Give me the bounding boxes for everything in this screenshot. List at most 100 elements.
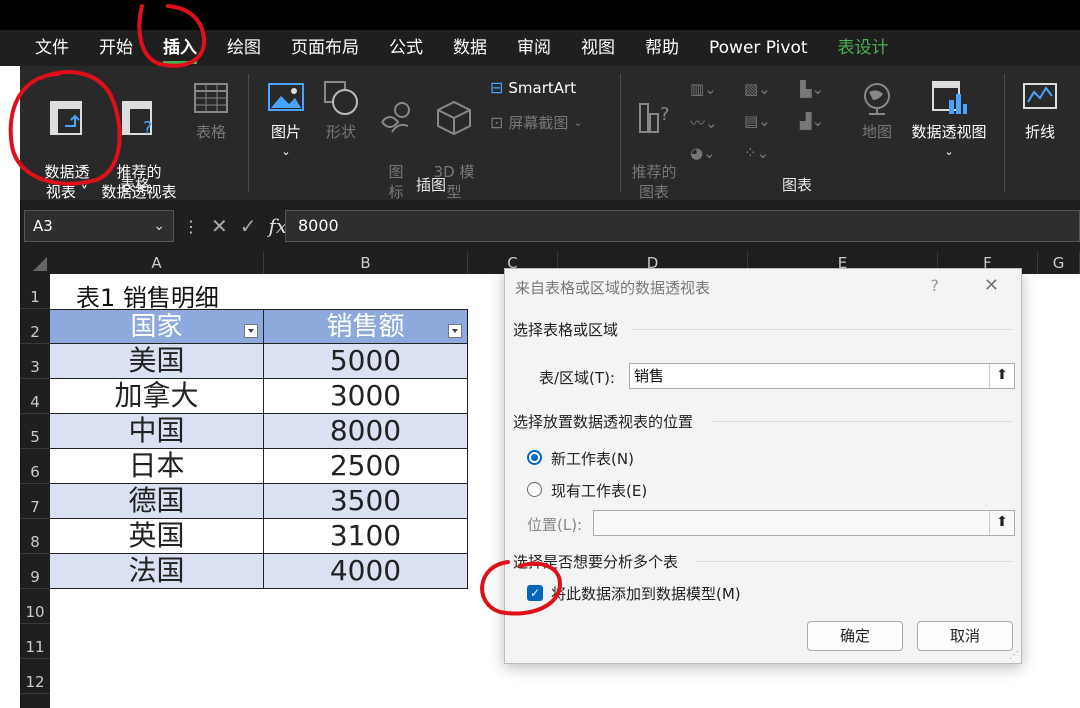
enter-icon[interactable]: ✓ xyxy=(240,214,257,238)
maps-button[interactable]: 地图 xyxy=(854,78,900,142)
row-header[interactable]: 4 xyxy=(20,379,50,414)
resize-grip-icon[interactable]: ⋰ xyxy=(1009,650,1019,661)
tab-draw[interactable]: 绘图 xyxy=(212,30,276,66)
row-header[interactable]: 6 xyxy=(20,449,50,484)
table-cell[interactable]: 中国 xyxy=(50,414,264,449)
row-header[interactable]: 7 xyxy=(20,484,50,519)
cancel-icon[interactable]: ✕ xyxy=(211,214,228,238)
tab-view[interactable]: 视图 xyxy=(566,30,630,66)
more-icon[interactable]: ⋮ xyxy=(183,217,199,236)
table-button[interactable]: 表格 xyxy=(186,78,236,142)
row-header[interactable]: 1 xyxy=(20,274,50,309)
tab-formulas[interactable]: 公式 xyxy=(374,30,438,66)
tab-review[interactable]: 审阅 xyxy=(502,30,566,66)
column-header-a[interactable]: A xyxy=(50,252,264,274)
table-cell[interactable]: 5000 xyxy=(264,344,468,379)
tab-file[interactable]: 文件 xyxy=(20,30,84,66)
ok-button[interactable]: 确定 xyxy=(807,621,903,651)
row-header[interactable]: 12 xyxy=(20,659,50,694)
name-box[interactable]: A3 ⌄ xyxy=(24,210,174,242)
formula-controls: ⋮ ✕ ✓ fx xyxy=(183,210,287,242)
globe-icon xyxy=(864,83,890,115)
chevron-down-icon[interactable]: ⌄ xyxy=(153,211,165,241)
column-chart-button[interactable]: ▥⌄ xyxy=(690,80,717,98)
table-cell[interactable]: 美国 xyxy=(50,344,264,379)
table-cell[interactable]: 8000 xyxy=(264,414,468,449)
combo-chart-icon: ▟⌄ xyxy=(800,112,825,130)
collapse-dialog-icon[interactable]: ⬆ xyxy=(989,511,1014,535)
table-cell[interactable]: 日本 xyxy=(50,449,264,484)
collapse-dialog-icon[interactable]: ⬆ xyxy=(989,364,1014,388)
smartart-button[interactable]: ⊟ SmartArt xyxy=(490,78,576,97)
table-cell[interactable]: 2500 xyxy=(264,449,468,484)
row-header[interactable]: 11 xyxy=(20,624,50,659)
column-chart-icon: ▥⌄ xyxy=(690,80,717,98)
chevron-down-icon: ⌄ xyxy=(281,145,291,158)
waterfall-chart-button[interactable]: ▙⌄ xyxy=(800,80,824,98)
tab-page-layout[interactable]: 页面布局 xyxy=(276,30,374,66)
scatter-chart-button[interactable]: ⁘⌄ xyxy=(744,144,769,162)
pivot-table-button[interactable]: 数据透 视表 ˅ xyxy=(28,78,106,202)
tab-table-design[interactable]: 表设计 xyxy=(823,30,904,66)
row-header[interactable] xyxy=(20,694,50,708)
ribbon-separator xyxy=(620,74,621,192)
row-header[interactable]: 9 xyxy=(20,554,50,589)
row-header[interactable]: 10 xyxy=(20,589,50,624)
table-cell[interactable]: 3500 xyxy=(264,484,468,519)
line-chart-button[interactable]: 〰⌄ xyxy=(690,112,718,133)
cancel-button[interactable]: 取消 xyxy=(917,621,1013,651)
table-cell[interactable]: 法国 xyxy=(50,554,264,589)
existing-sheet-label[interactable]: 现有工作表(E) xyxy=(551,480,647,501)
group-label-charts: 图表 xyxy=(782,176,813,194)
shapes-button[interactable]: 形状 xyxy=(318,78,364,142)
svg-text:?: ? xyxy=(660,104,670,125)
icons-button[interactable]: 图 标 xyxy=(374,78,418,202)
cube-icon xyxy=(437,100,471,136)
range-input[interactable]: 销售 ⬆ xyxy=(629,363,1015,389)
section-heading-location: 选择放置数据透视表的位置 xyxy=(513,413,694,431)
add-data-model-label[interactable]: 将此数据添加到数据模型(M) xyxy=(551,583,741,604)
tab-insert[interactable]: 插入 xyxy=(148,30,212,66)
hierarchy-chart-button[interactable]: ▧⌄ xyxy=(744,80,771,98)
table-cell[interactable]: 加拿大 xyxy=(50,379,264,414)
column-header-b[interactable]: B xyxy=(264,252,468,274)
tab-home[interactable]: 开始 xyxy=(84,30,148,66)
location-input[interactable]: ⬆ xyxy=(593,510,1015,536)
table-cell[interactable]: 英国 xyxy=(50,519,264,554)
tab-power-pivot[interactable]: Power Pivot xyxy=(694,30,823,66)
stat-chart-button[interactable]: ▤⌄ xyxy=(744,112,771,130)
formula-input[interactable]: 8000 xyxy=(285,210,1080,242)
pivot-chart-button[interactable]: 数据透视图 ⌄ xyxy=(904,78,994,162)
combo-chart-button[interactable]: ▟⌄ xyxy=(800,112,824,130)
row-header[interactable]: 5 xyxy=(20,414,50,449)
row-header[interactable]: 2 xyxy=(20,309,50,344)
new-sheet-radio[interactable] xyxy=(527,450,542,465)
close-icon[interactable]: ✕ xyxy=(984,275,999,296)
new-sheet-label[interactable]: 新工作表(N) xyxy=(551,448,634,469)
sparkline-line-button[interactable]: 折线 xyxy=(1016,78,1064,142)
screenshot-button[interactable]: ⊡ 屏幕截图 ⌄ xyxy=(490,112,583,133)
table-header-sales[interactable]: 销售额 xyxy=(264,309,468,344)
tab-data[interactable]: 数据 xyxy=(438,30,502,66)
add-data-model-checkbox[interactable]: ✓ xyxy=(527,585,543,601)
column-header-g[interactable]: G xyxy=(1038,252,1080,274)
existing-sheet-radio[interactable] xyxy=(527,482,542,497)
table-header-country[interactable]: 国家 xyxy=(50,309,264,344)
table-cell[interactable]: 3100 xyxy=(264,519,468,554)
section-heading-multiple: 选择是否想要分析多个表 xyxy=(513,553,679,571)
table-cell[interactable]: 3000 xyxy=(264,379,468,414)
filter-dropdown-icon[interactable] xyxy=(448,324,462,338)
row-header[interactable]: 8 xyxy=(20,519,50,554)
hierarchy-chart-icon: ▧⌄ xyxy=(744,80,771,98)
select-all-corner[interactable] xyxy=(20,252,50,274)
recommended-charts-button[interactable]: ? 推荐的 图表 xyxy=(626,78,682,202)
help-icon[interactable]: ? xyxy=(931,276,940,295)
table-cell[interactable]: 4000 xyxy=(264,554,468,589)
filter-dropdown-icon[interactable] xyxy=(244,324,258,338)
tab-help[interactable]: 帮助 xyxy=(630,30,694,66)
table-cell[interactable]: 德国 xyxy=(50,484,264,519)
sheet-title-cell[interactable]: 表1 销售明细 xyxy=(76,278,219,313)
row-header[interactable]: 3 xyxy=(20,344,50,379)
pie-chart-button[interactable]: ◕⌄ xyxy=(690,144,716,162)
picture-button[interactable]: 图片 ⌄ xyxy=(262,78,310,162)
